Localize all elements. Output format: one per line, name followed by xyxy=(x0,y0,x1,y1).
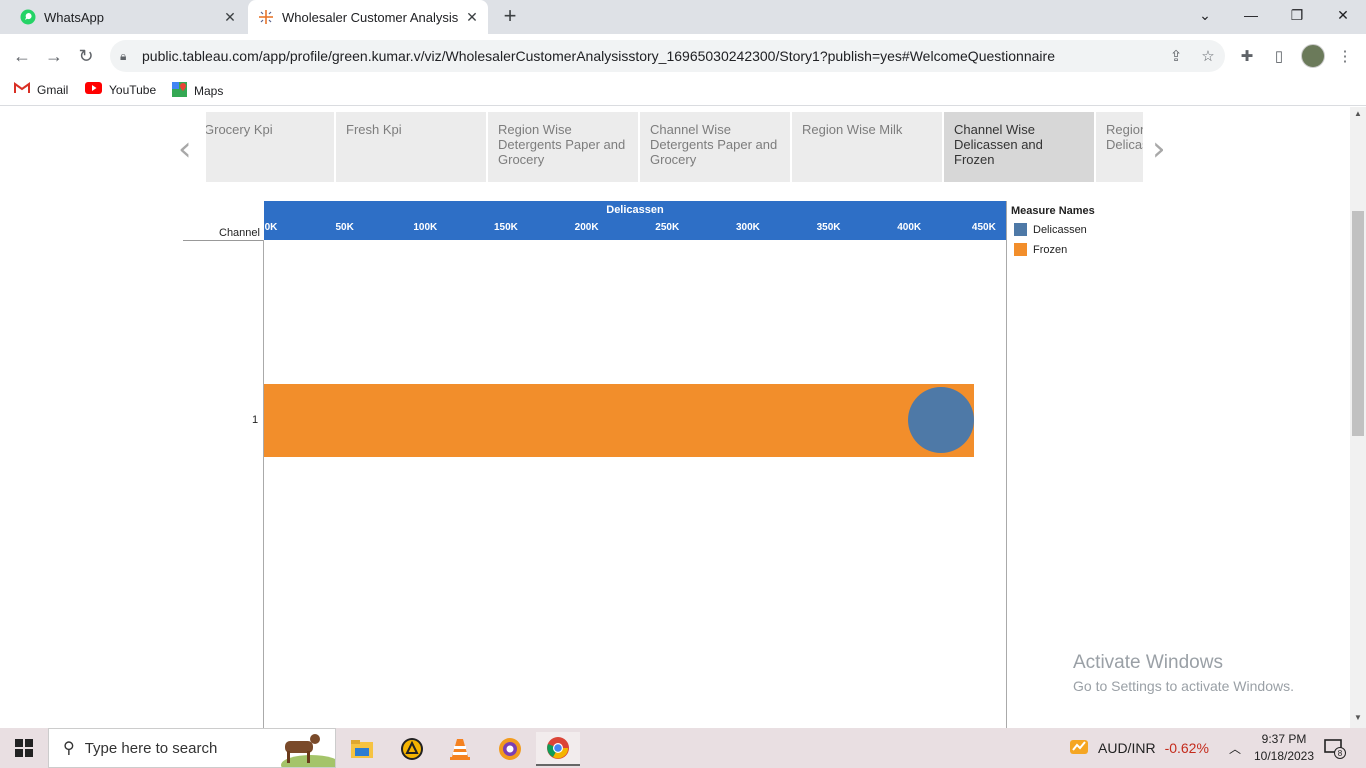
bookmark-maps[interactable]: Maps xyxy=(172,82,223,100)
watermark-line1: Activate Windows xyxy=(1073,652,1223,673)
scroll-thumb[interactable] xyxy=(1352,211,1364,436)
x-axis-title: Delicassen xyxy=(606,204,664,216)
back-icon[interactable]: ← xyxy=(8,42,36,70)
bookmark-star-icon[interactable]: ☆ xyxy=(1199,47,1217,65)
legend-label: Delicassen xyxy=(1033,223,1087,236)
scroll-down-icon[interactable]: ▼ xyxy=(1354,713,1362,722)
show-hidden-icons-icon[interactable]: ︿ xyxy=(1229,728,1241,768)
bookmark-label: YouTube xyxy=(109,82,157,97)
bookmark-youtube[interactable]: YouTube xyxy=(85,82,156,97)
x-tick-label: 300K xyxy=(735,222,760,233)
gmail-icon xyxy=(14,82,30,97)
search-icon: ⚲ xyxy=(63,740,75,757)
clock-date: 10/18/2023 xyxy=(1253,749,1315,763)
x-tick-label: 150K xyxy=(494,222,518,233)
watermark-line2: Go to Settings to activate Windows. xyxy=(1073,678,1294,694)
clock-time: 9:37 PM xyxy=(1261,732,1307,746)
search-placeholder: Type here to search xyxy=(84,739,218,757)
x-tick-label: 100K xyxy=(413,222,438,233)
circle-delicassen[interactable] xyxy=(908,387,975,453)
plot-right-border xyxy=(1006,201,1007,728)
legend-swatch xyxy=(1014,243,1027,256)
new-tab-button[interactable]: + xyxy=(498,5,522,29)
extensions-icon[interactable]: ✚ xyxy=(1235,44,1259,68)
bookmarks-bar: Gmail YouTube Maps xyxy=(0,78,1366,106)
close-tab-icon[interactable]: ✕ xyxy=(462,9,482,26)
stock-change: -0.62% xyxy=(1164,740,1209,756)
url-text: public.tableau.com/app/profile/green.kum… xyxy=(142,48,1055,64)
tableau-icon xyxy=(258,9,274,25)
scroll-up-icon[interactable]: ▲ xyxy=(1354,109,1362,118)
lock-icon: 🔒︎ xyxy=(120,49,127,63)
bar-frozen[interactable] xyxy=(264,384,974,457)
stock-icon xyxy=(1068,736,1090,761)
notification-center-icon[interactable]: 8 xyxy=(1324,728,1346,768)
x-axis-header: Delicassen xyxy=(264,201,1006,240)
tab-title: WhatsApp xyxy=(44,9,104,25)
x-tick-label: 400K xyxy=(897,222,922,233)
legend-title: Measure Names xyxy=(1011,205,1095,217)
browser-shield-icon[interactable] xyxy=(488,732,532,766)
chrome-icon[interactable] xyxy=(536,732,580,766)
file-explorer-icon[interactable] xyxy=(340,732,384,766)
menu-icon[interactable]: ⋮ xyxy=(1333,44,1357,68)
maps-icon xyxy=(172,82,187,100)
x-tick-label: 450K xyxy=(971,222,996,233)
windows-taskbar: ⚲ Type here to search AUD/INR -0.62% ︿ 9… xyxy=(0,728,1366,768)
notification-count: 8 xyxy=(1338,749,1343,758)
share-icon[interactable]: ⇪ xyxy=(1167,47,1185,65)
app-triangle-icon[interactable] xyxy=(390,732,434,766)
bookmark-label: Maps xyxy=(194,84,224,98)
legend-item-frozen[interactable]: Frozen xyxy=(1014,243,1067,256)
stock-pair: AUD/INR xyxy=(1098,740,1156,756)
minimize-icon[interactable]: — xyxy=(1228,0,1274,30)
legend-swatch xyxy=(1014,223,1027,236)
windows-start-icon[interactable] xyxy=(0,728,48,768)
chart: Delicassen 0K 50K 100K 150K 200K 250K 300K 350K… xyxy=(0,107,1350,728)
bookmark-gmail[interactable]: Gmail xyxy=(14,82,68,97)
tableau-story: ‹ Grocery Kpi Fresh Kpi Region Wise Dete… xyxy=(0,107,1350,728)
youtube-icon xyxy=(85,82,102,97)
row-header: Channel xyxy=(219,227,260,239)
tab-title: Wholesaler Customer Analysis st xyxy=(282,9,462,25)
tab-search-icon[interactable]: ⌄ xyxy=(1182,0,1228,30)
reload-icon[interactable]: ↻ xyxy=(72,42,100,70)
stock-widget[interactable]: AUD/INR -0.62% xyxy=(1068,728,1209,768)
address-bar[interactable]: 🔒︎ public.tableau.com/app/profile/green.… xyxy=(110,40,1225,72)
side-panel-icon[interactable]: ▯ xyxy=(1267,44,1291,68)
tab-tableau[interactable]: Wholesaler Customer Analysis st ✕ xyxy=(248,0,488,34)
tab-whatsapp[interactable]: WhatsApp ✕ xyxy=(8,0,246,34)
header-divider xyxy=(183,240,264,241)
vlc-icon[interactable] xyxy=(438,732,482,766)
close-tab-icon[interactable]: ✕ xyxy=(220,9,240,26)
x-tick-label: 200K xyxy=(574,222,599,233)
avatar[interactable] xyxy=(1301,44,1325,68)
forward-icon[interactable]: → xyxy=(40,42,68,70)
x-tick-label: 0K xyxy=(264,222,278,233)
browser-tab-bar: WhatsApp ✕ Wholesaler Customer Analysis … xyxy=(0,0,1366,34)
legend-item-delicassen[interactable]: Delicassen xyxy=(1014,223,1087,236)
bookmark-label: Gmail xyxy=(37,82,69,97)
row-label: 1 xyxy=(252,414,259,426)
restore-icon[interactable]: ❐ xyxy=(1274,0,1320,30)
close-window-icon[interactable]: ✕ xyxy=(1320,0,1366,30)
x-tick-label: 350K xyxy=(816,222,841,233)
browser-toolbar: ← → ↻ 🔒︎ public.tableau.com/app/profile/… xyxy=(0,34,1366,78)
page-scrollbar[interactable]: ▲ ▼ xyxy=(1350,107,1366,728)
clock[interactable]: 9:37 PM 10/18/2023 xyxy=(1248,731,1320,765)
activation-watermark: Activate Windows Go to Settings to activ… xyxy=(1073,652,1294,694)
legend-label: Frozen xyxy=(1033,243,1068,256)
taskbar-search-box[interactable]: ⚲ Type here to search xyxy=(48,728,341,768)
search-highlight-icon xyxy=(271,731,341,768)
whatsapp-icon xyxy=(20,9,36,25)
x-tick-label: 50K xyxy=(335,222,354,233)
x-tick-label: 250K xyxy=(655,222,680,233)
plot-left-border xyxy=(263,240,264,728)
